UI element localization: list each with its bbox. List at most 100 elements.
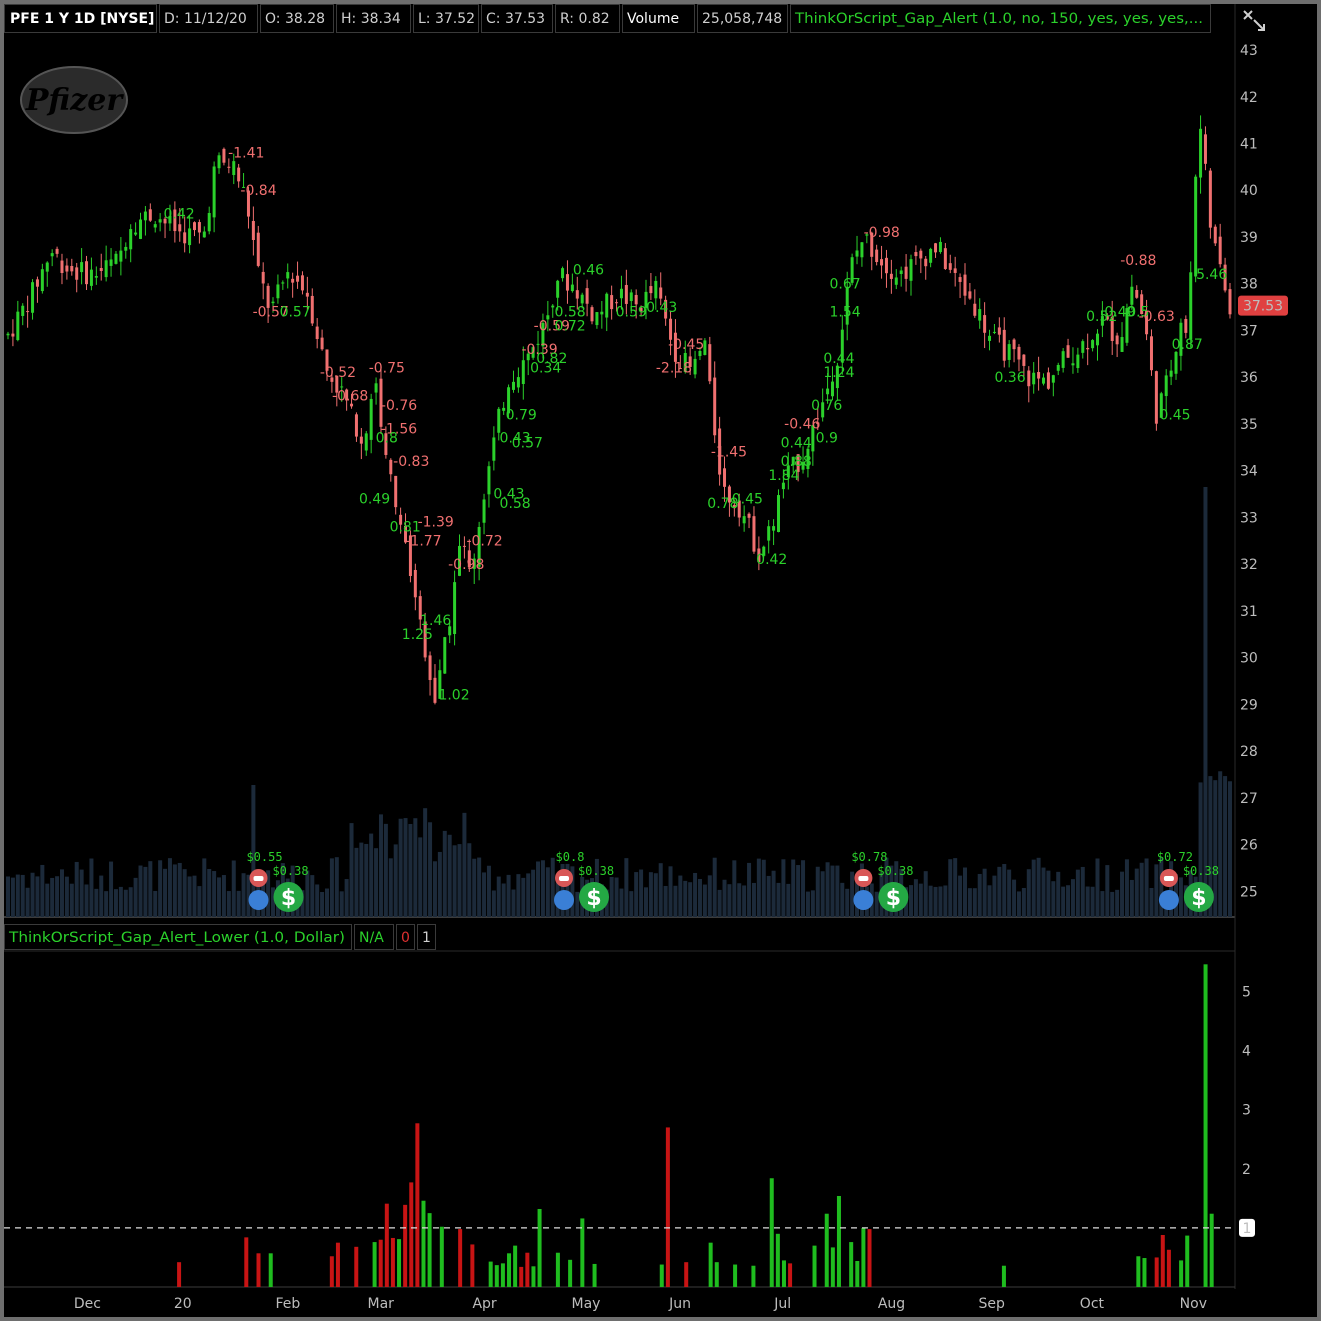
gap-label: 0.82 — [536, 351, 567, 367]
earnings-info-icon[interactable] — [554, 890, 575, 910]
volume-bar — [909, 885, 914, 917]
gap-label: 0.44 — [823, 351, 854, 367]
gap-label: -1.77 — [405, 533, 441, 549]
volume-bar — [609, 876, 614, 917]
gap-bar — [397, 1239, 402, 1287]
chart-canvas[interactable]: PFE 1 Y 1D [NYSE] D: 11/12/20 O: 38.28 H… — [4, 4, 1317, 1317]
time-axis-tick: Aug — [878, 1296, 905, 1312]
time-axis-tick: Jul — [773, 1296, 791, 1312]
earnings-info-icon[interactable] — [1158, 890, 1179, 910]
volume-bar — [707, 875, 712, 917]
volume-bar — [486, 865, 491, 917]
volume-bar — [398, 818, 403, 917]
upper-study-label[interactable]: ThinkOrScript_Gap_Alert (1.0, no, 150, y… — [794, 11, 1203, 27]
svg-text:$: $ — [586, 886, 601, 911]
time-axis-tick: 20 — [174, 1296, 192, 1312]
volume-bar — [182, 869, 187, 917]
time-axis-tick: Apr — [472, 1296, 496, 1312]
header-bar: PFE 1 Y 1D [NYSE] D: 11/12/20 O: 38.28 H… — [4, 4, 1265, 33]
price-axis-tick: 29 — [1240, 697, 1258, 713]
volume-bar — [187, 876, 192, 917]
gap-bar — [751, 1265, 756, 1287]
gap-bar — [1001, 1265, 1006, 1287]
gap-bar — [500, 1263, 505, 1287]
volume-bar — [751, 882, 756, 917]
volume-bar — [339, 891, 344, 917]
volume-bar — [531, 869, 536, 917]
volume-bar — [344, 879, 349, 917]
volume-bar — [575, 891, 580, 917]
gap-bar — [372, 1242, 377, 1287]
volume-bar — [212, 871, 217, 917]
volume-bar — [1154, 864, 1159, 917]
volume-bar — [428, 822, 433, 917]
volume-bar — [933, 886, 938, 917]
gap-bar — [403, 1204, 408, 1287]
volume-bar — [683, 880, 688, 917]
price-axis-tick: 39 — [1240, 230, 1258, 246]
gap-bar — [733, 1264, 738, 1287]
gap-label: 0.42 — [756, 552, 787, 568]
price-axis-tick: 31 — [1240, 604, 1258, 620]
price-axis-tick: 36 — [1240, 370, 1258, 386]
gap-bar — [665, 1127, 670, 1287]
volume-bar — [310, 875, 315, 917]
gap-bar — [1160, 1234, 1165, 1287]
volume-bar — [874, 891, 879, 917]
volume-bar — [717, 889, 722, 917]
candle — [443, 636, 447, 674]
lower-axis-tick: 2 — [1242, 1162, 1251, 1178]
last-price-label: 37.53 — [1243, 299, 1283, 315]
earnings-amount: $0.72 — [1157, 850, 1193, 864]
time-axis-tick: Dec — [74, 1296, 101, 1312]
earnings-info-icon[interactable] — [248, 890, 269, 910]
gap-label: -0.63 — [1139, 309, 1175, 325]
volume-bar — [1036, 857, 1041, 917]
volume-bar — [771, 870, 776, 917]
volume-bar — [1046, 870, 1051, 917]
volume-bar — [354, 847, 359, 917]
volume-bar — [997, 866, 1002, 917]
volume-bar — [324, 888, 329, 917]
volume-bar — [374, 848, 379, 917]
volume-bar — [109, 861, 114, 917]
volume-bar — [1007, 869, 1012, 917]
volume-bar — [472, 858, 477, 917]
symbol-label[interactable]: PFE 1 Y 1D [NYSE] — [10, 11, 154, 27]
gap-label: 1.25 — [402, 627, 433, 643]
volume-bar — [79, 869, 84, 917]
volume-bar — [1090, 886, 1095, 917]
volume-bar — [526, 873, 531, 917]
volume-bar — [850, 871, 855, 917]
gap-label: -1.41 — [228, 146, 264, 162]
gap-bar — [1154, 1257, 1159, 1287]
price-axis-tick: 26 — [1240, 838, 1258, 854]
volume-bar — [148, 861, 153, 917]
volume-bar — [163, 868, 168, 917]
lower-study-label[interactable]: ThinkOrScript_Gap_Alert_Lower (1.0, Doll… — [8, 930, 345, 946]
volume-bar — [192, 875, 197, 917]
range-readout: R: 0.82 — [560, 11, 610, 27]
volume-bar — [437, 851, 442, 917]
volume-bar — [702, 884, 707, 917]
volume-bar — [30, 872, 35, 917]
earnings-info-icon[interactable] — [853, 890, 874, 910]
gap-label: -0.45 — [668, 337, 704, 353]
volume-bar — [1223, 776, 1228, 917]
volume-bar — [678, 875, 683, 917]
time-axis-tick: Jun — [668, 1296, 691, 1312]
gap-label: 0.57 — [280, 304, 311, 320]
gap-bar — [415, 1123, 420, 1287]
gap-label: -0.84 — [240, 183, 276, 199]
volume-bar — [938, 886, 943, 917]
gap-label: -0.98 — [864, 225, 900, 241]
volume-bar — [693, 872, 698, 917]
volume-bar — [217, 877, 222, 917]
volume-bar — [737, 883, 742, 917]
volume-bar — [747, 862, 752, 917]
gap-bar — [439, 1226, 444, 1287]
volume-bar — [1110, 891, 1115, 917]
volume-bar — [383, 823, 388, 917]
lower-one-readout: 1 — [422, 930, 431, 946]
gap-bar — [708, 1242, 713, 1287]
